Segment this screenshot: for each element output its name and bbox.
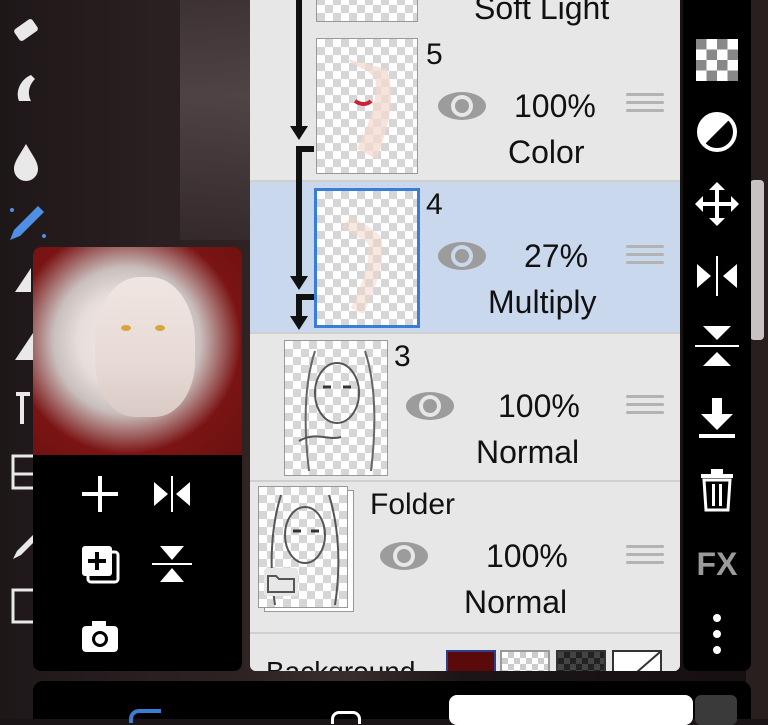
transparent-light-swatch[interactable] — [500, 650, 550, 671]
eraser-icon[interactable] — [4, 8, 48, 52]
eye-icon[interactable] — [436, 88, 488, 124]
layer-thumbnail — [316, 0, 418, 22]
contrast-icon[interactable] — [693, 108, 741, 156]
layer-thumbnail — [284, 340, 388, 476]
drag-handle-icon[interactable] — [626, 240, 664, 268]
layer-thumbnail — [314, 188, 420, 328]
layer-opacity[interactable]: 27% — [524, 238, 588, 275]
clipping-indicator — [296, 146, 302, 278]
layer-row[interactable]: 5 100% Color — [250, 30, 680, 182]
artwork-preview[interactable] — [33, 247, 242, 455]
brush-icon[interactable] — [4, 200, 48, 244]
drag-handle-icon[interactable] — [626, 88, 664, 116]
eye-icon[interactable] — [404, 388, 456, 424]
folder-icon — [267, 575, 295, 593]
background-row[interactable]: Background — [250, 632, 680, 671]
layer-opacity[interactable]: 100% — [498, 388, 580, 425]
bottom-tool-icon[interactable] — [129, 709, 161, 723]
drag-handle-icon[interactable] — [626, 390, 664, 418]
layer-thumbnail — [316, 38, 418, 174]
bottom-bar — [33, 681, 751, 725]
merge-down-icon[interactable] — [693, 394, 741, 442]
flip-vertical-icon[interactable] — [150, 542, 194, 586]
layer-row-selected[interactable]: 4 27% Multiply — [250, 182, 680, 334]
flip-vertical-icon[interactable] — [693, 322, 741, 370]
more-icon[interactable] — [693, 610, 741, 658]
flip-horizontal-icon[interactable] — [150, 472, 194, 516]
trash-icon[interactable] — [693, 466, 741, 514]
layer-row[interactable]: 3 100% Normal — [250, 334, 680, 482]
clipping-arrow-icon — [290, 316, 308, 330]
background-label: Background — [266, 656, 415, 671]
bottom-end-button[interactable] — [695, 695, 737, 725]
background-color-swatch[interactable] — [446, 650, 496, 671]
layer-blend-mode[interactable]: Color — [508, 134, 584, 171]
transparent-dark-swatch[interactable] — [556, 650, 606, 671]
layer-number: 5 — [426, 38, 443, 71]
blur-drop-icon[interactable] — [4, 140, 48, 184]
smudge-icon[interactable] — [4, 66, 48, 110]
layer-opacity[interactable]: 100% — [486, 538, 568, 575]
camera-icon[interactable] — [78, 615, 122, 659]
layers-panel: Soft Light 5 100% Color 4 27% Multiply 3… — [250, 0, 680, 671]
clipping-arrow-icon — [290, 126, 308, 140]
layer-actions-bar: FX — [683, 0, 751, 671]
eye-icon[interactable] — [436, 238, 488, 274]
layer-number: 3 — [394, 340, 411, 373]
layer-row[interactable]: Soft Light — [250, 0, 680, 32]
layer-blend-mode[interactable]: Normal — [464, 584, 567, 621]
layer-opacity[interactable]: 100% — [514, 88, 596, 125]
folder-name: Folder — [370, 488, 456, 521]
move-icon[interactable] — [693, 180, 741, 228]
clipping-indicator — [296, 0, 302, 128]
canvas-artwork-fragment — [180, 0, 260, 240]
drag-handle-icon[interactable] — [626, 540, 664, 568]
bottom-layer-icon[interactable] — [331, 711, 361, 724]
flip-horizontal-icon[interactable] — [693, 252, 741, 300]
eye-icon[interactable] — [378, 538, 430, 574]
folder-badge — [264, 568, 298, 596]
bottom-input-field[interactable] — [449, 695, 693, 725]
preview-face — [95, 277, 195, 417]
duplicate-layer-icon[interactable] — [78, 542, 122, 586]
transparency-icon[interactable] — [693, 36, 741, 84]
add-layer-icon[interactable] — [78, 472, 122, 516]
folder-row[interactable]: Folder 100% Normal — [250, 482, 680, 634]
layer-blend-mode[interactable]: Multiply — [488, 284, 596, 321]
layer-blend-mode[interactable]: Soft Light — [474, 0, 609, 27]
no-background-swatch[interactable] — [612, 650, 662, 671]
layer-number: 4 — [426, 188, 443, 221]
layer-blend-mode[interactable]: Normal — [476, 434, 579, 471]
clipping-arrow-icon — [290, 276, 308, 290]
preview-panel — [33, 247, 242, 671]
fx-icon[interactable]: FX — [693, 540, 741, 588]
